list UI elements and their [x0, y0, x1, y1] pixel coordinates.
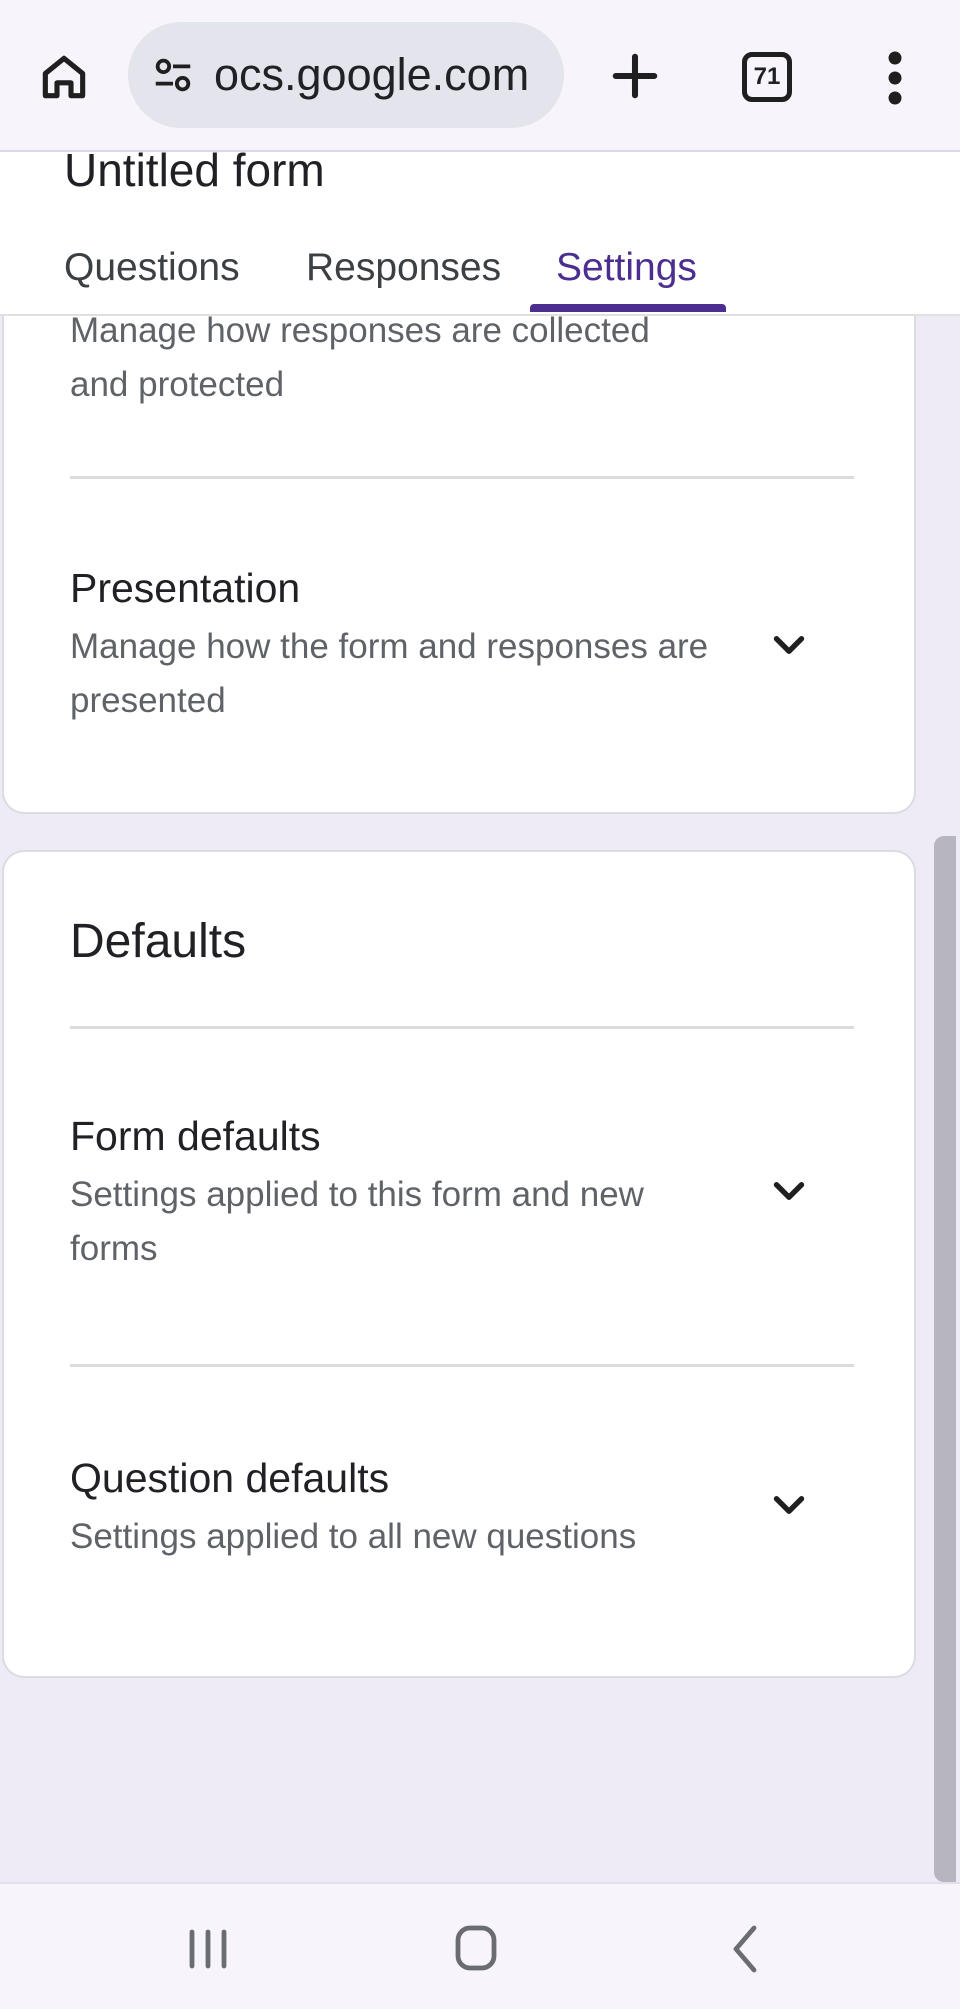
question-defaults-subtitle: Settings applied to all new questions: [70, 1517, 637, 1556]
active-tab-indicator: [530, 304, 726, 312]
form-defaults-title: Form defaults: [70, 1113, 321, 1159]
tab-questions[interactable]: Questions: [64, 238, 240, 316]
address-bar[interactable]: ocs.google.com: [128, 22, 564, 128]
chevron-down-icon[interactable]: [764, 1166, 814, 1216]
form-tabs: Questions Responses Settings: [0, 238, 960, 316]
divider: [70, 476, 854, 479]
form-header: Untitled form Questions Responses Settin…: [0, 144, 960, 316]
settings-card: Manage how responses are collected and p…: [2, 316, 916, 814]
browser-toolbar: ocs.google.com 71: [0, 0, 960, 152]
system-nav-bar: [0, 1882, 960, 2009]
form-defaults-subtitle: Settings applied to this form and new fo…: [70, 1175, 644, 1268]
home-icon[interactable]: [28, 46, 100, 108]
back-icon[interactable]: [706, 1914, 786, 1984]
presentation-subtitle: Manage how the form and responses are pr…: [70, 627, 709, 720]
form-title[interactable]: Untitled form: [64, 140, 325, 200]
new-tab-plus-icon[interactable]: [602, 40, 668, 112]
chevron-down-icon[interactable]: [764, 1480, 814, 1530]
defaults-card: Defaults Form defaults Settings applied …: [2, 850, 916, 1678]
site-settings-icon[interactable]: [150, 52, 196, 98]
url-text[interactable]: ocs.google.com: [214, 22, 546, 128]
divider: [70, 1364, 854, 1367]
responses-subtitle-line1: Manage how responses are collected: [70, 316, 650, 350]
settings-content: Manage how responses are collected and p…: [0, 316, 960, 1882]
home-button-icon[interactable]: [436, 1914, 516, 1984]
recent-apps-icon[interactable]: [168, 1914, 248, 1984]
tab-responses[interactable]: Responses: [306, 238, 501, 316]
presentation-title: Presentation: [70, 565, 301, 611]
tab-switcher-icon[interactable]: 71: [742, 52, 792, 102]
divider: [70, 1026, 854, 1029]
responses-subtitle-line2: and protected: [70, 365, 285, 404]
more-vert-icon[interactable]: [880, 48, 910, 108]
tab-count: 71: [753, 63, 781, 90]
defaults-title: Defaults: [70, 915, 247, 968]
scrollbar-thumb[interactable]: [934, 836, 956, 1882]
chevron-down-icon[interactable]: [764, 620, 814, 670]
question-defaults-title: Question defaults: [70, 1455, 390, 1501]
